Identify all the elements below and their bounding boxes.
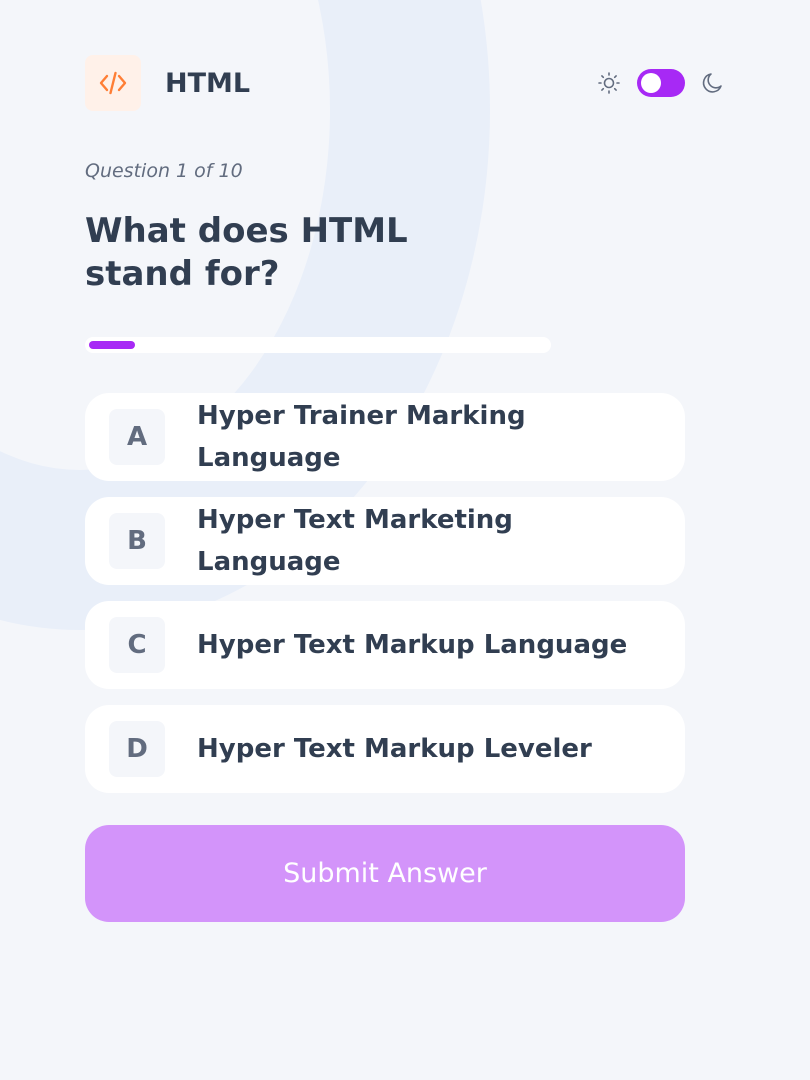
toggle-knob [641, 73, 661, 93]
option-letter: A [109, 409, 165, 465]
question-counter: Question 1 of 10 [85, 160, 243, 182]
option-letter: B [109, 513, 165, 569]
option-letter: C [109, 617, 165, 673]
option-b[interactable]: B Hyper Text Marketing Language [85, 497, 685, 585]
option-letter: D [109, 721, 165, 777]
header: HTML [85, 55, 725, 111]
option-text: Hyper Trainer Marking Language [197, 401, 526, 473]
option-c[interactable]: C Hyper Text Markup Language [85, 601, 685, 689]
moon-icon [701, 71, 725, 95]
option-d[interactable]: D Hyper Text Markup Leveler [85, 705, 685, 793]
subject-title: HTML [165, 67, 251, 99]
code-icon [85, 55, 141, 111]
progress-fill [89, 341, 135, 349]
question-text: What does HTML stand for? [85, 211, 408, 294]
option-text: Hyper Text Markup Language [197, 630, 628, 660]
submit-answer-button[interactable]: Submit Answer [85, 825, 685, 922]
quiz-page: HTML Question 1 of 10 What does HTML sta… [0, 0, 810, 1080]
sun-icon [597, 71, 621, 95]
answer-options: A Hyper Trainer Marking Language B Hyper… [85, 393, 685, 809]
theme-toggle[interactable] [637, 69, 685, 97]
subject-heading: HTML [85, 55, 250, 111]
theme-switch [597, 69, 725, 97]
option-a[interactable]: A Hyper Trainer Marking Language [85, 393, 685, 481]
option-text: Hyper Text Markup Leveler [197, 734, 592, 764]
progress-bar [85, 337, 551, 353]
option-text: Hyper Text Marketing Language [197, 505, 513, 577]
